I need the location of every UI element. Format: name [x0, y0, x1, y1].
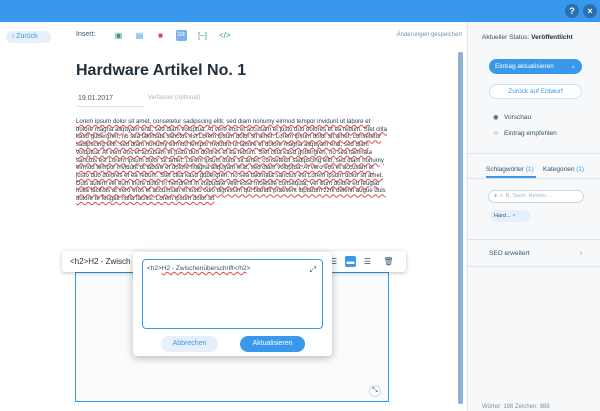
post-status: Aktueller Status: Veröffentlicht	[482, 34, 573, 41]
tab-tags[interactable]: Schlagwörter (1)	[486, 166, 534, 173]
update-post-button[interactable]: Eintrag aktualisieren ⌄	[489, 59, 582, 74]
gallery-icon[interactable]: ▤	[134, 30, 145, 41]
divider	[468, 178, 600, 179]
seo-section[interactable]: SEO erweitert	[489, 250, 529, 257]
divider	[468, 239, 600, 240]
html-code-text: <h2>H2 - Zwischenüberschrift</h2>	[147, 265, 251, 272]
back-button[interactable]: ‹ Zurück	[6, 31, 51, 43]
align-right-icon[interactable]: ☰	[362, 256, 373, 267]
close-icon[interactable]: ×	[513, 213, 516, 219]
help-button[interactable]: ?	[565, 4, 579, 18]
resize-icon[interactable]: ⤡	[369, 385, 381, 397]
tag-icon: ⬖	[494, 193, 499, 199]
tab-categories[interactable]: Kategorien (1)	[543, 166, 584, 173]
revert-draft-button[interactable]: Zurück auf Entwurf	[489, 84, 582, 99]
divider	[468, 153, 600, 154]
code-icon[interactable]: </>	[219, 30, 231, 41]
update-button[interactable]: Aktualisieren	[240, 336, 305, 352]
image-icon[interactable]: ▣	[113, 30, 124, 41]
insert-label: Insert:	[76, 31, 96, 38]
eye-icon: ◉	[493, 114, 499, 121]
back-label: Zurück	[16, 33, 38, 40]
close-button[interactable]: ×	[583, 4, 597, 18]
chevron-right-icon[interactable]: ›	[580, 250, 582, 257]
editor-scrollbar[interactable]	[458, 52, 463, 404]
author-field[interactable]: Verfasser (optional)	[148, 95, 200, 101]
post-title[interactable]: Hardware Artikel No. 1	[76, 62, 246, 80]
html-code-input[interactable]: <h2>H2 - Zwischenüberschrift</h2> ⤢	[142, 259, 323, 329]
recommend-link[interactable]: ☆ Eintrag empfehlen	[493, 129, 557, 137]
expand-icon[interactable]: ⤢	[310, 265, 316, 275]
trash-icon[interactable]: 🗑	[383, 256, 394, 267]
tag-chip[interactable]: Hard... ×	[490, 210, 530, 222]
star-icon: ☆	[493, 130, 499, 137]
save-status: Änderungen gespeichert	[396, 32, 462, 38]
html-edit-popup: <h2>H2 - Zwischenüberschrift</h2> ⤢ Abbr…	[133, 252, 332, 356]
settings-sidebar	[467, 22, 600, 411]
gif-icon[interactable]: GIF	[176, 30, 187, 41]
divider	[468, 266, 600, 267]
post-body-text[interactable]: Lorem ipsum dolor sit amet, consetetur s…	[76, 118, 388, 256]
chevron-down-icon[interactable]: ⌄	[571, 59, 576, 74]
word-count: Wörter: 198 Zeichen: 988	[482, 404, 550, 410]
html-snippet: <h2>H2 - Zwisch	[70, 257, 131, 266]
post-date[interactable]: 19.01.2017	[78, 95, 113, 102]
date-underline	[76, 106, 144, 107]
tag-input[interactable]: ⬖ z. B. Sport, Reisen, ...	[488, 190, 584, 203]
video-icon[interactable]: ■	[155, 30, 166, 41]
align-center-icon[interactable]: ▬	[345, 256, 356, 267]
divider-icon[interactable]: [–]	[197, 30, 208, 41]
top-bar: ? ×	[0, 0, 600, 22]
cancel-button[interactable]: Abbrechen	[161, 336, 218, 352]
preview-link[interactable]: ◉ Vorschau	[493, 113, 531, 121]
